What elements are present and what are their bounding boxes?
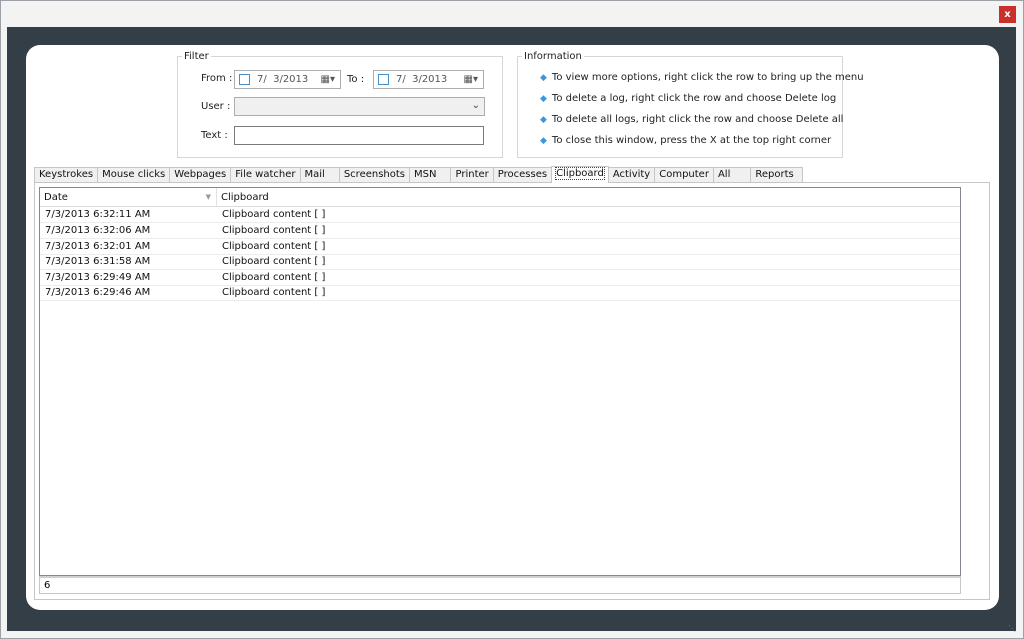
- tab-file-watcher[interactable]: File watcher: [230, 167, 301, 183]
- clipboard-log-table[interactable]: Date ▼ Clipboard 7/3/2013 6:32:11 AM Cli…: [39, 187, 961, 576]
- tab-mouse-clicks[interactable]: Mouse clicks: [97, 167, 171, 183]
- to-label: To :: [347, 74, 365, 85]
- record-count: 6: [44, 580, 51, 591]
- date-cell: 7/3/2013 6:32:11 AM: [45, 209, 151, 220]
- date-cell: 7/3/2013 6:32:06 AM: [45, 225, 151, 236]
- tab-strip: Keystrokes Mouse clicks Webpages File wa…: [34, 166, 803, 183]
- date-cell: 7/3/2013 6:29:46 AM: [45, 287, 151, 298]
- table-header: Date ▼ Clipboard: [40, 188, 960, 207]
- table-row[interactable]: 7/3/2013 6:31:58 AM Clipboard content [ …: [40, 254, 960, 270]
- clipboard-cell: Clipboard content [ ]: [222, 256, 326, 267]
- clipboard-cell: Clipboard content [ ]: [222, 272, 326, 283]
- tab-clipboard[interactable]: Clipboard: [551, 166, 609, 183]
- to-date-picker[interactable]: 7/ 3/2013 ▦▾: [373, 70, 484, 89]
- text-label: Text :: [201, 130, 228, 141]
- date-cell: 7/3/2013 6:29:49 AM: [45, 272, 151, 283]
- info-line: ◆ To close this window, press the X at th…: [540, 135, 832, 146]
- tab-all[interactable]: All: [712, 167, 752, 183]
- user-select[interactable]: ⌄: [234, 97, 485, 116]
- tab-activity[interactable]: Activity: [607, 167, 656, 183]
- date-cell: 7/3/2013 6:32:01 AM: [45, 241, 151, 252]
- info-line: ◆ To delete a log, right click the row an…: [540, 93, 837, 104]
- clipboard-cell: Clipboard content [ ]: [222, 241, 326, 252]
- bullet-icon: ◆: [540, 73, 547, 83]
- tab-screenshots[interactable]: Screenshots: [338, 167, 411, 183]
- column-header-date[interactable]: Date ▼: [40, 188, 217, 207]
- from-date-value: 7/ 3/2013: [257, 74, 309, 85]
- table-row[interactable]: 7/3/2013 6:32:11 AM Clipboard content [ …: [40, 207, 960, 223]
- bullet-icon: ◆: [540, 136, 547, 146]
- information-legend: Information: [524, 51, 582, 62]
- tab-processes[interactable]: Processes: [492, 167, 553, 183]
- tab-reports[interactable]: Reports: [750, 167, 803, 183]
- resize-grip-icon[interactable]: ⋱: [1008, 624, 1016, 633]
- table-row[interactable]: 7/3/2013 6:29:46 AM Clipboard content [ …: [40, 285, 960, 301]
- tab-mail[interactable]: Mail: [299, 167, 340, 183]
- calendar-icon[interactable]: ▦▾: [321, 74, 335, 85]
- close-button[interactable]: x: [999, 6, 1016, 23]
- bullet-icon: ◆: [540, 115, 547, 125]
- tab-webpages[interactable]: Webpages: [169, 167, 232, 183]
- user-label: User :: [201, 101, 231, 112]
- table-row[interactable]: 7/3/2013 6:32:01 AM Clipboard content [ …: [40, 239, 960, 255]
- filter-legend: Filter: [184, 51, 209, 62]
- tab-msn[interactable]: MSN: [409, 167, 452, 183]
- to-date-value: 7/ 3/2013: [396, 74, 448, 85]
- from-label: From :: [201, 73, 233, 84]
- date-cell: 7/3/2013 6:31:58 AM: [45, 256, 151, 267]
- status-bar: 6: [39, 576, 961, 594]
- table-row[interactable]: 7/3/2013 6:32:06 AM Clipboard content [ …: [40, 223, 960, 239]
- tab-keystrokes[interactable]: Keystrokes: [34, 167, 99, 183]
- tab-printer[interactable]: Printer: [450, 167, 494, 183]
- to-date-checkbox[interactable]: [378, 74, 389, 85]
- bullet-icon: ◆: [540, 94, 547, 104]
- clipboard-cell: Clipboard content [ ]: [222, 287, 326, 298]
- info-line: ◆ To view more options, right click the r…: [540, 72, 864, 83]
- text-filter-input[interactable]: [234, 126, 484, 145]
- calendar-icon[interactable]: ▦▾: [464, 74, 478, 85]
- clipboard-cell: Clipboard content [ ]: [222, 225, 326, 236]
- clipboard-cell: Clipboard content [ ]: [222, 209, 326, 220]
- info-line: ◆ To delete all logs, right click the row…: [540, 114, 844, 125]
- from-date-picker[interactable]: 7/ 3/2013 ▦▾: [234, 70, 341, 89]
- from-date-checkbox[interactable]: [239, 74, 250, 85]
- chevron-down-icon: ⌄: [471, 100, 480, 111]
- tab-computer[interactable]: Computer: [654, 167, 714, 183]
- sort-down-icon: ▼: [205, 193, 211, 201]
- table-row[interactable]: 7/3/2013 6:29:49 AM Clipboard content [ …: [40, 270, 960, 286]
- column-header-clipboard[interactable]: Clipboard: [217, 188, 960, 207]
